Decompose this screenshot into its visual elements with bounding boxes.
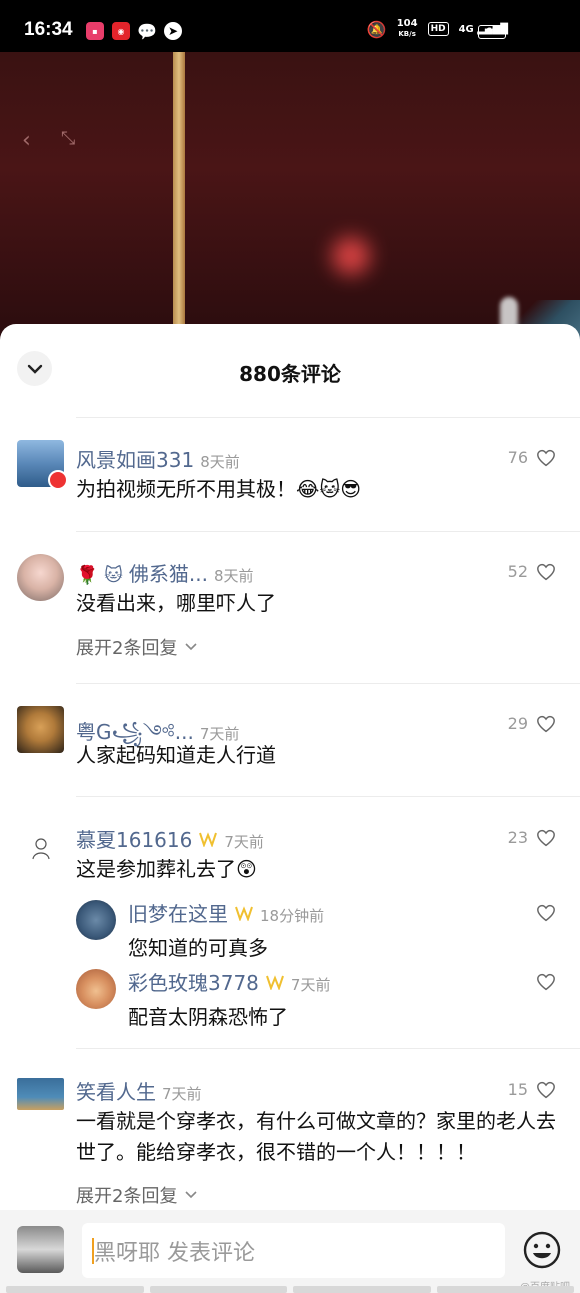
like-button[interactable] [536,973,556,995]
minimize-icon[interactable]: ⤡ [61,128,75,153]
heart-icon [537,829,555,846]
like-button[interactable]: 15 [508,1080,556,1099]
mute-bell-icon: 🔕 [366,19,387,39]
reply-time: 7天前 [290,976,331,994]
video-player[interactable]: ‹ ⤡ [0,52,580,342]
lala-app-icon: ▪ [86,22,104,40]
like-count: 23 [507,828,528,847]
comment-count-title: 880条评论 [239,362,341,386]
net-speed: 104 KB/s [396,18,418,39]
like-button[interactable]: 23 [508,828,556,847]
emoji-button[interactable] [522,1230,562,1270]
comment-time: 8天前 [200,453,240,471]
avatar[interactable] [76,900,116,940]
avatar[interactable] [17,554,64,601]
sketch-avatar-icon [31,837,50,859]
vip-badge-icon [265,975,284,990]
comment-sheet: 880条评论 风景如画331 8天前 为拍视频无所不用其极！😂🐱😎 76 🌹 🐱… [0,324,580,1293]
strip-segment [293,1286,431,1293]
comment-text: 为拍视频无所不用其极！😂🐱😎 [76,477,362,501]
like-count: 76 [507,448,528,467]
expand-replies-button[interactable]: 展开2条回复 [76,1182,198,1208]
comment-author[interactable]: 慕夏161616 [76,824,192,853]
hd-badge: HD [427,22,449,36]
reply-text: 配音太阴森恐怖了 [128,1005,288,1029]
expand-replies-button[interactable]: 展开2条回复 [76,634,198,660]
bottom-strip [0,1286,580,1293]
comment-input[interactable]: 黑呀耶 发表评论 [82,1223,505,1278]
reply-author[interactable]: 旧梦在这里 [128,898,228,927]
comment-text: 人家起码知道走人行道 [76,743,276,767]
comment-text: 这是参加葬礼去了😲 [76,857,257,881]
fan-badge-icon [48,470,68,490]
divider [76,683,580,684]
strip-segment [149,1286,287,1293]
divider [76,417,580,418]
comment-text: 一看就是个穿孝衣，有什么可做文章的？家里的老人去世了。能给穿孝衣，很不错的一个人… [76,1109,556,1164]
video-nav: ‹ ⤡ [22,128,75,153]
battery-icon: 68 [478,25,506,39]
chevron-down-icon [185,1191,198,1199]
heart-icon [537,973,555,991]
heart-icon [537,1081,555,1098]
compass-icon: ➤ [164,22,182,40]
notification-icons: ▪ ◉ 💬 ➤ [86,21,182,41]
video-red-light [332,237,370,275]
comment-input-bar: 黑呀耶 发表评论 [0,1210,580,1293]
divider [76,796,580,797]
reply-author[interactable]: 彩色玫瑰3778 [128,967,259,996]
my-avatar[interactable] [17,1226,64,1273]
reply-text: 您知道的可真多 [128,936,268,960]
expand-replies-label: 展开2条回复 [76,638,178,659]
avatar[interactable] [17,824,64,871]
emoji-icon [523,1231,561,1269]
comment-author[interactable]: 风景如画331 [76,444,194,473]
avatar[interactable] [17,706,64,753]
strip-segment [436,1286,574,1293]
comment-input-placeholder: 黑呀耶 发表评论 [94,1240,255,1266]
wechat-icon: 💬 [137,21,157,41]
status-time: 16:34 [24,19,73,40]
vip-badge-icon [199,832,218,847]
comment-time: 7天前 [162,1085,202,1103]
divider [76,531,580,532]
comment-author-prefix: 🌹 🐱 [76,565,123,586]
like-button[interactable]: 76 [508,448,556,467]
comment-time: 8天前 [213,567,254,585]
avatar[interactable] [17,1078,64,1110]
comment-time: 7天前 [224,833,264,851]
heart-icon [537,563,555,580]
like-count: 29 [507,714,528,733]
like-count: 52 [507,562,528,581]
divider [76,1048,580,1049]
strip-segment [6,1286,144,1293]
expand-replies-label: 展开2条回复 [76,1186,178,1207]
chevron-down-icon [185,643,198,651]
comment-text: 没看出来，哪里吓人了 [76,591,276,615]
heart-icon [537,449,555,466]
video-pole [173,52,185,342]
like-button[interactable] [536,904,556,926]
back-icon[interactable]: ‹ [22,128,31,153]
vip-badge-icon [235,906,253,921]
heart-icon [537,904,555,922]
comment-author[interactable]: 笑看人生 [76,1076,156,1105]
heart-icon [537,715,555,732]
netease-music-icon: ◉ [112,22,130,40]
like-button[interactable]: 52 [508,562,556,581]
reply-time: 18分钟前 [260,907,325,925]
like-count: 15 [507,1080,528,1099]
like-button[interactable]: 29 [508,714,556,733]
comment-author[interactable]: 佛系猫... [129,558,208,587]
avatar[interactable] [76,969,116,1009]
